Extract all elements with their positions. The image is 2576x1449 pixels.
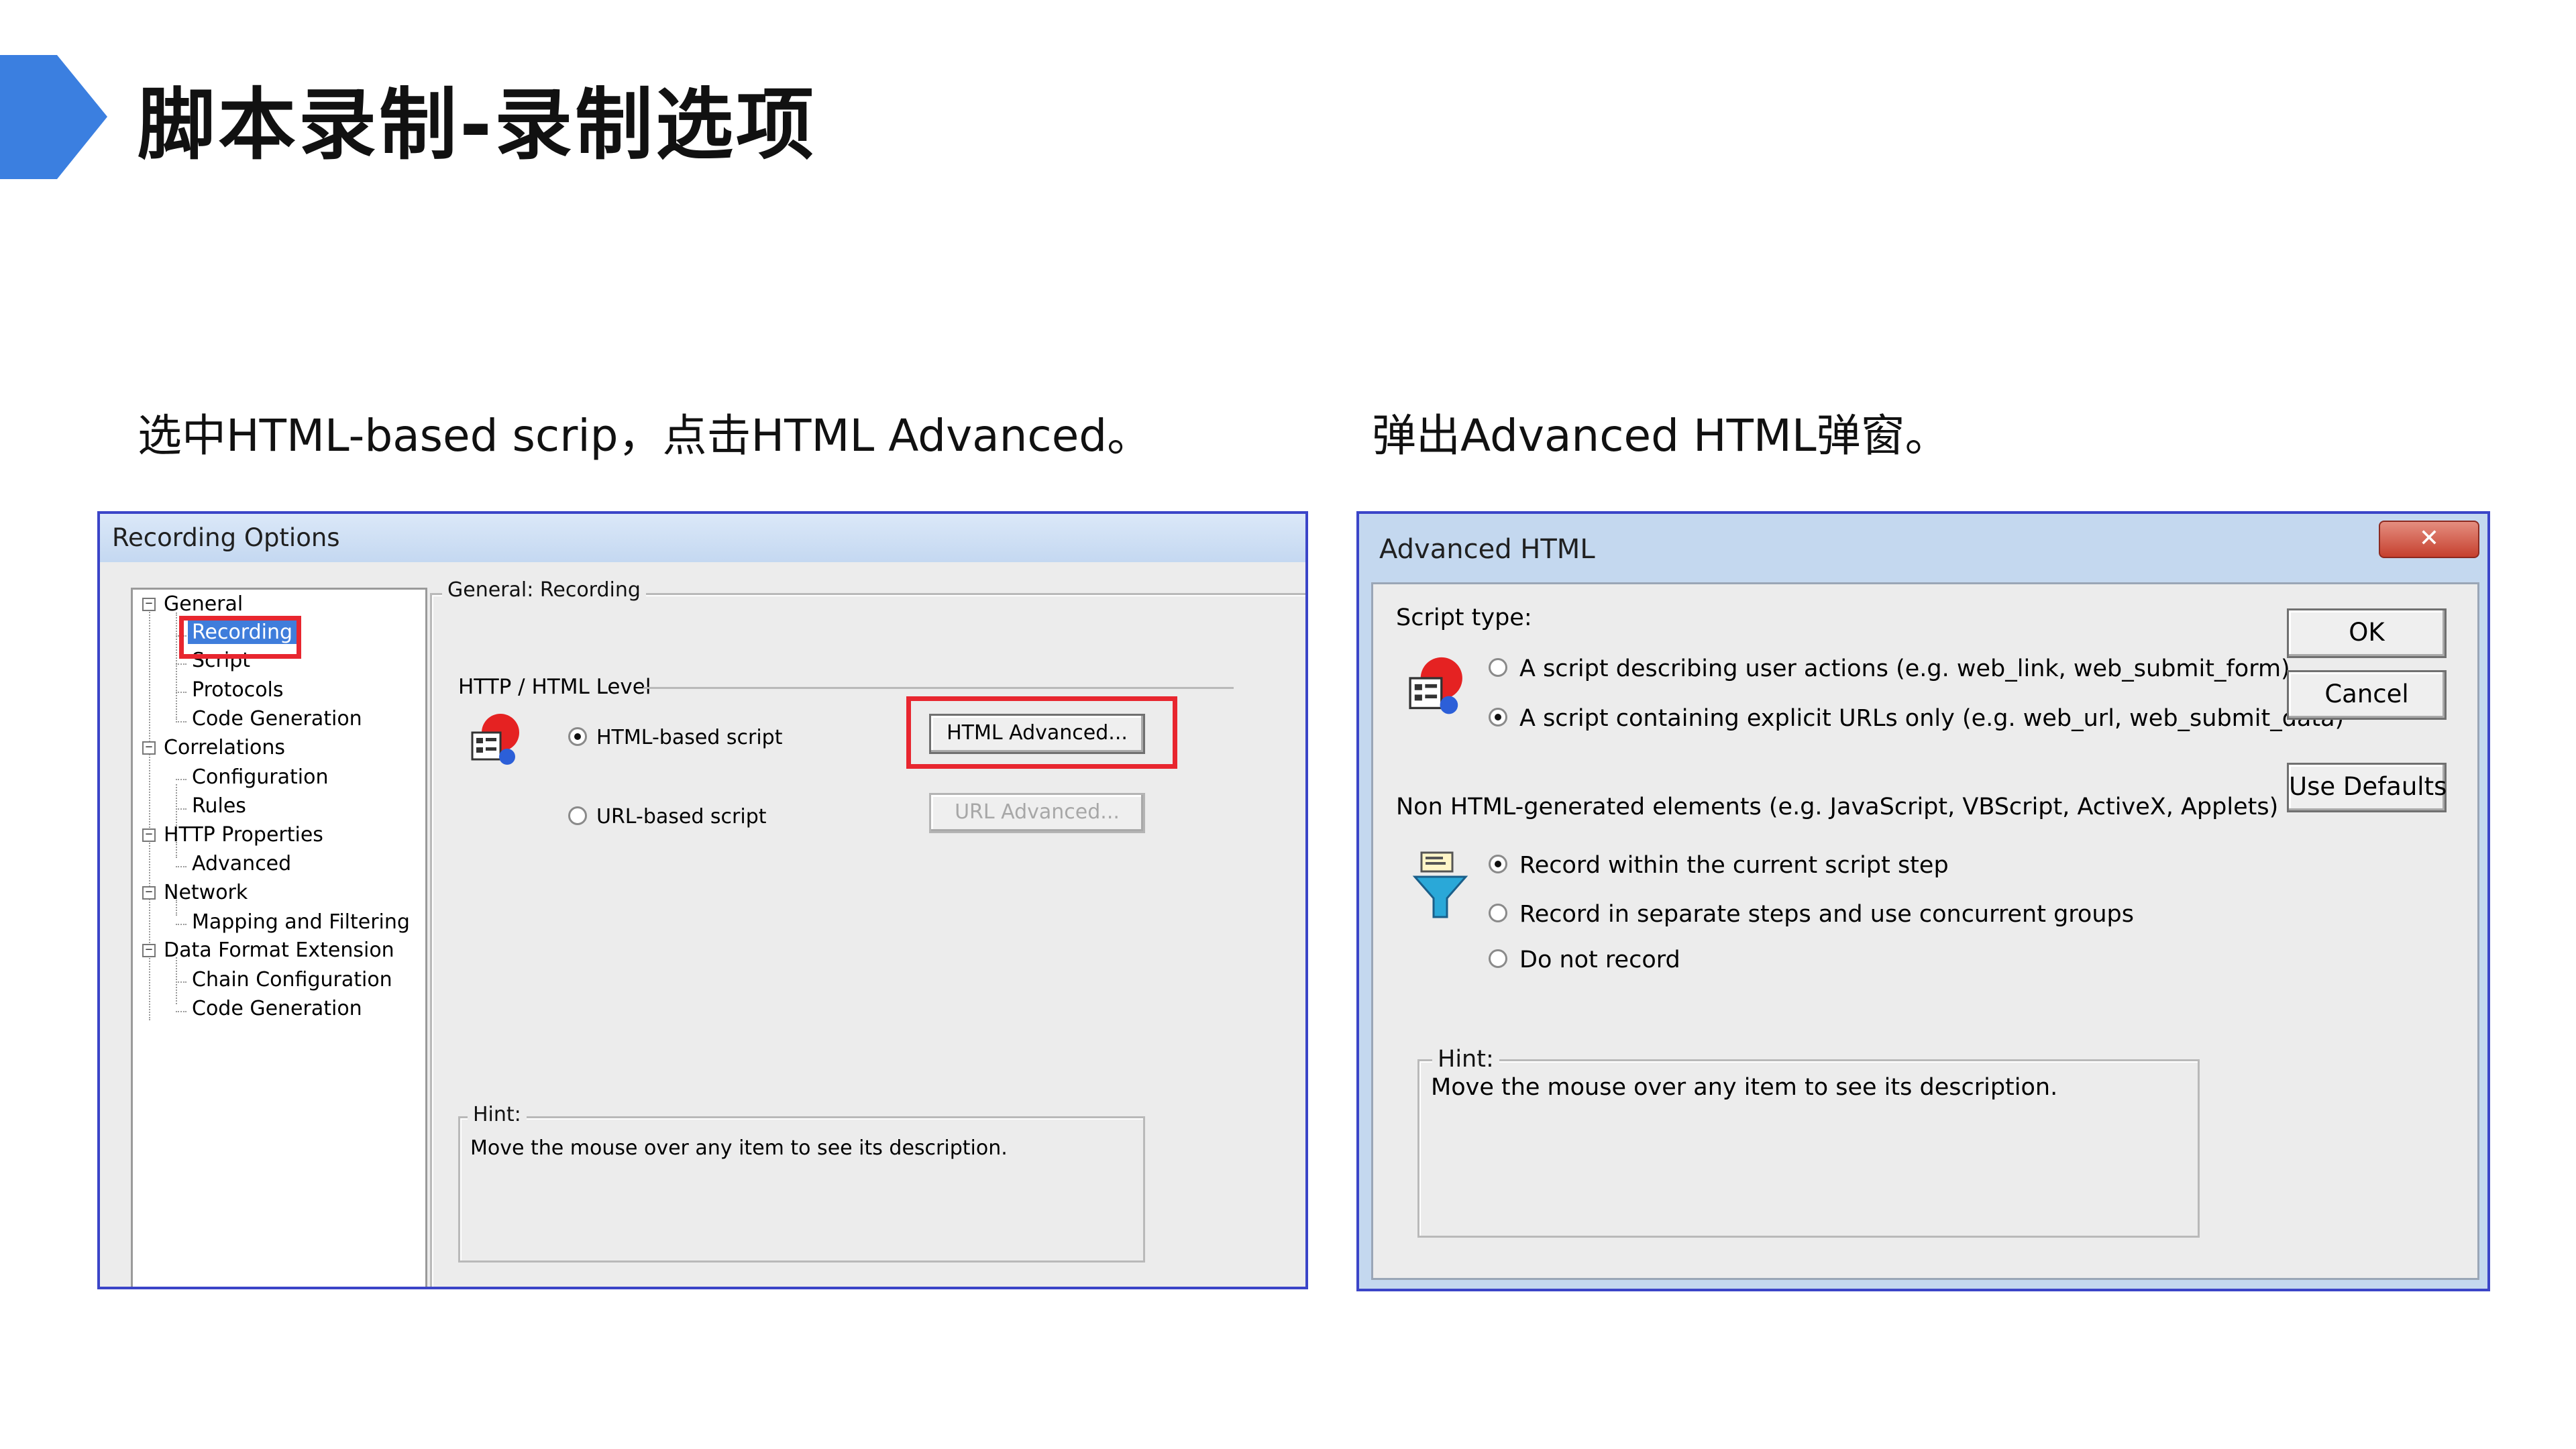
cancel-button[interactable]: Cancel	[2287, 670, 2447, 720]
tree-guide	[176, 808, 186, 810]
advanced-html-dialog: Advanced HTML ✕ Script type: A script de…	[1356, 511, 2490, 1291]
script-type-label: Script type:	[1396, 604, 1532, 631]
tree-item-code-generation[interactable]: Code Generation	[192, 707, 362, 731]
user-actions-label[interactable]: A script describing user actions (e.g. w…	[1519, 655, 2290, 682]
tree-item-configuration[interactable]: Configuration	[192, 765, 328, 789]
slide-title: 脚本录制-录制选项	[138, 80, 817, 170]
tree-item-correlations[interactable]: Correlations	[164, 736, 285, 759]
recording-highlight	[179, 616, 301, 659]
explicit-urls-radio[interactable]	[1489, 708, 1507, 727]
html-based-label[interactable]: HTML-based script	[596, 726, 782, 749]
url-advanced-button[interactable]: URL Advanced...	[929, 793, 1145, 833]
collapse-icon[interactable]: −	[142, 828, 156, 842]
dialog-body: Script type: A script describing user ac…	[1371, 582, 2479, 1280]
html-advanced-highlight	[906, 696, 1177, 769]
tree-guide	[176, 1011, 186, 1012]
hint-label: Hint:	[468, 1103, 527, 1126]
tree-item-data-format-extension[interactable]: Data Format Extension	[164, 938, 394, 962]
html-based-radio[interactable]	[568, 727, 587, 746]
script-type-icon	[1409, 657, 1462, 714]
do-not-record-radio[interactable]	[1489, 949, 1507, 968]
script-type-icon	[471, 714, 519, 765]
record-separate-label[interactable]: Record in separate steps and use concurr…	[1519, 901, 2134, 928]
url-based-radio[interactable]	[568, 806, 587, 825]
non-html-label: Non HTML-generated elements (e.g. JavaSc…	[1396, 794, 2279, 820]
tree-guide	[176, 721, 186, 722]
level-divider	[643, 687, 1234, 689]
record-current-radio[interactable]	[1489, 855, 1507, 873]
tree-item-http-properties[interactable]: HTTP Properties	[164, 823, 323, 847]
ok-button[interactable]: OK	[2287, 608, 2447, 658]
tree-guide	[176, 866, 186, 867]
tree-item-general[interactable]: General	[164, 592, 243, 616]
filter-icon	[1412, 851, 1468, 918]
chevron-accent-icon	[0, 55, 107, 179]
hint-text: Move the mouse over any item to see its …	[1431, 1074, 2058, 1101]
dialog-titlebar[interactable]: Recording Options	[100, 514, 1305, 562]
tree-item-protocols[interactable]: Protocols	[192, 678, 284, 702]
tree-item-advanced[interactable]: Advanced	[192, 852, 291, 875]
explicit-urls-label[interactable]: A script containing explicit URLs only (…	[1519, 705, 2344, 732]
tree-item-chain-configuration[interactable]: Chain Configuration	[192, 968, 392, 991]
tree-item-rules[interactable]: Rules	[192, 794, 246, 818]
dialog-title: Advanced HTML	[1379, 534, 1595, 565]
use-defaults-button[interactable]: Use Defaults	[2287, 763, 2447, 812]
tree-item-network[interactable]: Network	[164, 881, 248, 904]
collapse-icon[interactable]: −	[142, 944, 156, 957]
collapse-icon[interactable]: −	[142, 741, 156, 755]
dialog-title: Recording Options	[112, 523, 340, 552]
tree-item-code-generation-2[interactable]: Code Generation	[192, 997, 362, 1020]
recording-options-dialog: Recording Options − General Recording Sc…	[97, 511, 1308, 1289]
caption-left: 选中HTML-based scrip，点击HTML Advanced。	[138, 410, 1152, 462]
hint-text: Move the mouse over any item to see its …	[470, 1136, 1008, 1160]
tree-guide	[176, 692, 186, 693]
tree-guide	[176, 663, 186, 665]
level-label: HTTP / HTML Level	[458, 675, 651, 699]
record-separate-radio[interactable]	[1489, 904, 1507, 922]
user-actions-radio[interactable]	[1489, 658, 1507, 677]
section-title: General: Recording	[442, 578, 646, 602]
tree-guide	[176, 957, 177, 1004]
tree-guide	[176, 612, 177, 720]
tree-guide	[149, 604, 150, 1020]
tree-guide	[176, 981, 186, 983]
collapse-icon[interactable]: −	[142, 598, 156, 611]
caption-right: 弹出Advanced HTML弹窗。	[1372, 410, 1949, 462]
url-based-label[interactable]: URL-based script	[596, 805, 767, 828]
tree-item-mapping-filtering[interactable]: Mapping and Filtering	[192, 910, 410, 934]
tree-guide	[176, 779, 186, 780]
hint-label: Hint:	[1432, 1046, 1499, 1073]
tree-guide	[176, 924, 186, 925]
do-not-record-label[interactable]: Do not record	[1519, 947, 1680, 973]
options-tree[interactable]: − General Recording Script Protocols Cod…	[131, 588, 427, 1287]
record-current-label[interactable]: Record within the current script step	[1519, 852, 1949, 879]
close-button[interactable]: ✕	[2379, 521, 2479, 558]
collapse-icon[interactable]: −	[142, 886, 156, 900]
